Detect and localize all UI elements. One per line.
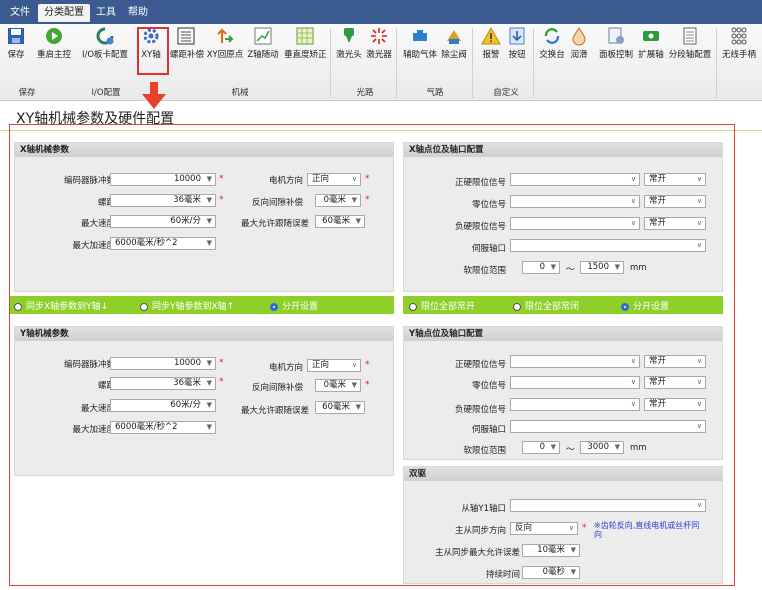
valve-icon bbox=[447, 30, 461, 44]
group-laser-label: 光路 bbox=[356, 88, 374, 98]
group-gas-label: 气路 bbox=[426, 88, 444, 98]
panel-control-button[interactable]: 面板控制 bbox=[596, 26, 636, 60]
warning-icon bbox=[481, 26, 501, 45]
xy-button-highlight bbox=[137, 27, 169, 75]
group-io-label: I/O配置 bbox=[91, 88, 121, 98]
menu-help[interactable]: 帮助 bbox=[128, 4, 148, 22]
menu-tools[interactable]: 工具 bbox=[96, 4, 116, 22]
menu-bar: 文件 分类配置 工具 帮助 bbox=[0, 0, 762, 24]
buttons-config-button[interactable]: 按钮 bbox=[506, 26, 528, 60]
axis-icon bbox=[643, 31, 659, 41]
screw-compensation-button[interactable]: 螺距补偿 bbox=[170, 26, 204, 60]
panel-settings-icon bbox=[608, 27, 624, 44]
menu-config[interactable]: 分类配置 bbox=[38, 4, 90, 22]
ribbon-toolbar: 保存 重启主控 I/O板卡配置 XY轴 螺距补偿 XY回原点 Z轴随动 垂直度矫… bbox=[0, 24, 762, 101]
group-save-label: 保存 bbox=[18, 88, 36, 98]
laser-burst-icon bbox=[371, 28, 387, 44]
verticality-correction-button[interactable]: 垂直度矫正 bbox=[284, 26, 327, 60]
group-machine-label: 机械 bbox=[231, 88, 249, 98]
lubrication-button[interactable]: 润滑 bbox=[568, 26, 590, 60]
group-custom-label: 自定义 bbox=[493, 88, 519, 98]
menu-file[interactable]: 文件 bbox=[10, 4, 30, 22]
chart-icon bbox=[254, 27, 272, 45]
laser-button[interactable]: 激光器 bbox=[366, 26, 392, 60]
exchange-table-button[interactable]: 交换台 bbox=[538, 26, 566, 60]
gear-icon bbox=[96, 27, 114, 45]
list-icon bbox=[177, 27, 195, 45]
alarm-button[interactable]: 报警 bbox=[480, 26, 502, 60]
laser-head-icon bbox=[344, 28, 354, 43]
wireless-handle-button[interactable]: 无线手柄 bbox=[720, 26, 758, 60]
refresh-icon bbox=[544, 28, 560, 44]
save-icon bbox=[8, 28, 24, 44]
grid-icon bbox=[296, 27, 314, 45]
z-follow-button[interactable]: Z轴随动 bbox=[246, 26, 280, 60]
restart-controller-button[interactable]: 重启主控 bbox=[36, 26, 72, 60]
io-board-config-button[interactable]: I/O板卡配置 bbox=[82, 26, 128, 60]
arrow-down-icon bbox=[142, 82, 166, 109]
download-icon bbox=[509, 27, 525, 45]
annotation-box bbox=[9, 124, 735, 586]
xy-home-button[interactable]: XY回原点 bbox=[206, 26, 244, 60]
laser-head-button[interactable]: 激光头 bbox=[336, 26, 362, 60]
gas-icon bbox=[413, 30, 427, 41]
oil-drop-icon bbox=[572, 27, 586, 46]
aux-gas-button[interactable]: 辅助气体 bbox=[402, 26, 438, 60]
extend-axis-button[interactable]: 扩展轴 bbox=[638, 26, 664, 60]
handle-keypad-icon bbox=[731, 27, 747, 45]
save-button[interactable]: 保存 bbox=[6, 26, 26, 60]
dust-valve-button[interactable]: 除尘阀 bbox=[440, 26, 468, 60]
segment-axis-config-button[interactable]: 分段轴配置 bbox=[668, 26, 712, 60]
document-icon bbox=[683, 27, 697, 45]
restart-icon bbox=[46, 28, 62, 44]
home-axis-icon bbox=[217, 28, 234, 43]
